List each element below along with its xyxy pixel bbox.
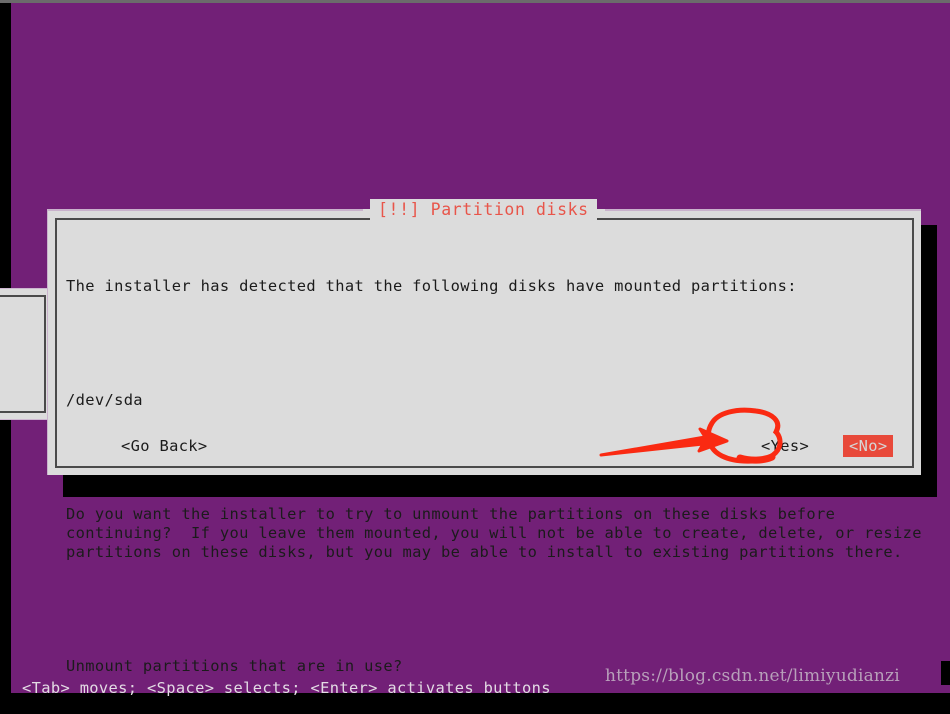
dialog-paragraph-question-detail: Do you want the installer to try to unmo… — [66, 505, 922, 561]
partition-disks-dialog: [!!] Partition disks The installer has d… — [47, 199, 921, 675]
dialog-paragraph-intro: The installer has detected that the foll… — [66, 277, 797, 295]
background-dialog — [0, 288, 53, 420]
no-button[interactable]: <No> — [843, 435, 894, 457]
yes-button[interactable]: <Yes> — [758, 435, 812, 457]
watermark-url: https://blog.csdn.net/limiyudianzi — [605, 666, 900, 686]
dialog-button-row: <Go Back> <Yes> <No> — [66, 435, 909, 459]
background-dialog-frame — [0, 295, 46, 413]
installer-desktop-background: [!!] Partition disks The installer has d… — [0, 3, 950, 697]
dialog-paragraph-device: /dev/sda — [66, 391, 143, 409]
screen-right-bezel — [941, 661, 950, 685]
dialog-title: [!!] Partition disks — [370, 199, 597, 221]
terminal-screen: [!!] Partition disks The installer has d… — [0, 0, 950, 697]
keyboard-help-text: <Tab> moves; <Space> selects; <Enter> ac… — [22, 679, 551, 697]
go-back-button[interactable]: <Go Back> — [118, 435, 211, 457]
